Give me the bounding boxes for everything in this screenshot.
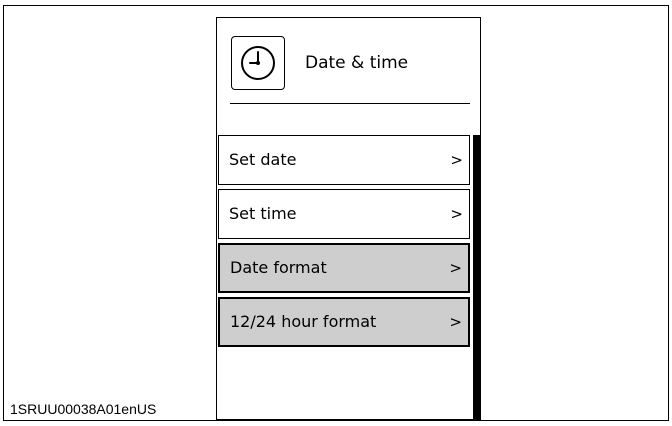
chevron-right-icon: >	[449, 259, 462, 277]
screen-header: Date & time	[230, 36, 470, 121]
device-screen: Date & time Set date > Set time > Date f…	[216, 17, 481, 420]
scrollbar[interactable]	[473, 135, 481, 420]
page-title: Date & time	[305, 53, 409, 73]
menu-item-label: 12/24 hour format	[230, 312, 377, 331]
chevron-right-icon: >	[450, 151, 463, 169]
clock-icon	[231, 36, 285, 90]
menu-item-label: Date format	[230, 258, 327, 277]
header-divider	[230, 103, 470, 104]
figure-id-label: 1SRUU00038A01enUS	[10, 401, 157, 417]
menu-item-label: Set date	[229, 150, 297, 169]
menu-item-date-format[interactable]: Date format >	[218, 243, 470, 293]
chevron-right-icon: >	[449, 313, 462, 331]
menu-item-label: Set time	[229, 204, 297, 223]
menu-item-hour-format[interactable]: 12/24 hour format >	[218, 297, 470, 347]
chevron-right-icon: >	[450, 205, 463, 223]
menu-item-set-date[interactable]: Set date >	[218, 135, 470, 185]
menu-item-set-time[interactable]: Set time >	[218, 189, 470, 239]
